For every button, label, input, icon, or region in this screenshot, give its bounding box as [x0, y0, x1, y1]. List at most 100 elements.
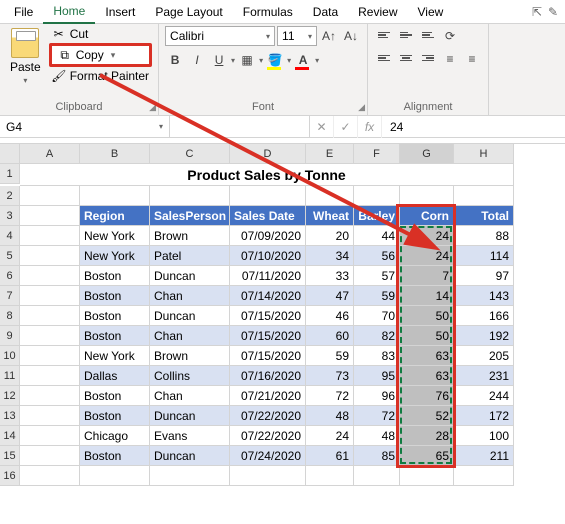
- cell-total[interactable]: 114: [454, 246, 514, 266]
- cell-corn[interactable]: 52: [400, 406, 454, 426]
- row-header-8[interactable]: 8: [0, 306, 20, 326]
- cell-region[interactable]: Boston: [80, 406, 150, 426]
- cell-wheat[interactable]: 72: [306, 386, 354, 406]
- cell-region[interactable]: Boston: [80, 446, 150, 466]
- cell-corn[interactable]: 65: [400, 446, 454, 466]
- spreadsheet-grid[interactable]: ABCDEFGH1Product Sales by Tonne23RegionS…: [0, 144, 565, 486]
- cell[interactable]: [400, 466, 454, 486]
- cell-wheat[interactable]: 34: [306, 246, 354, 266]
- column-header-E[interactable]: E: [306, 144, 354, 164]
- cell-corn[interactable]: 50: [400, 306, 454, 326]
- cell-salesperson[interactable]: Brown: [150, 346, 230, 366]
- cell-date[interactable]: 07/22/2020: [230, 426, 306, 446]
- cell-salesperson[interactable]: Evans: [150, 426, 230, 446]
- cell-corn[interactable]: 76: [400, 386, 454, 406]
- cell-date[interactable]: 07/15/2020: [230, 346, 306, 366]
- cell-corn[interactable]: 14: [400, 286, 454, 306]
- row-header-15[interactable]: 15: [0, 446, 20, 466]
- formula-input[interactable]: 24: [382, 116, 411, 137]
- align-middle-button[interactable]: [396, 26, 416, 44]
- cell-corn[interactable]: 63: [400, 346, 454, 366]
- table-header[interactable]: Barley: [354, 206, 400, 226]
- cell-region[interactable]: Boston: [80, 326, 150, 346]
- format-painter-button[interactable]: 🖌 Format Painter: [49, 68, 152, 84]
- column-header-B[interactable]: B: [80, 144, 150, 164]
- cell[interactable]: [20, 266, 80, 286]
- cell[interactable]: [354, 186, 400, 206]
- fill-color-button[interactable]: 🪣: [265, 50, 285, 70]
- font-size-select[interactable]: 11 ▾: [277, 26, 317, 46]
- decrease-indent-button[interactable]: ≡: [440, 49, 460, 69]
- share-icon[interactable]: ⇱: [531, 6, 543, 18]
- italic-button[interactable]: I: [187, 50, 207, 70]
- cell-total[interactable]: 231: [454, 366, 514, 386]
- cell-date[interactable]: 07/14/2020: [230, 286, 306, 306]
- row-header-13[interactable]: 13: [0, 406, 20, 426]
- border-button[interactable]: ▦: [237, 50, 257, 70]
- column-header-F[interactable]: F: [354, 144, 400, 164]
- cell[interactable]: [454, 466, 514, 486]
- increase-font-button[interactable]: A↑: [319, 26, 339, 46]
- cell-date[interactable]: 07/09/2020: [230, 226, 306, 246]
- row-header-2[interactable]: 2: [0, 186, 20, 206]
- cell-date[interactable]: 07/16/2020: [230, 366, 306, 386]
- column-header-D[interactable]: D: [230, 144, 306, 164]
- cell-total[interactable]: 166: [454, 306, 514, 326]
- cell[interactable]: [150, 186, 230, 206]
- cell-date[interactable]: 07/21/2020: [230, 386, 306, 406]
- cell[interactable]: [20, 426, 80, 446]
- decrease-font-button[interactable]: A↓: [341, 26, 361, 46]
- table-header[interactable]: Total: [454, 206, 514, 226]
- cell-date[interactable]: 07/11/2020: [230, 266, 306, 286]
- cell-total[interactable]: 143: [454, 286, 514, 306]
- cell[interactable]: [20, 366, 80, 386]
- table-header[interactable]: Region: [80, 206, 150, 226]
- cell-salesperson[interactable]: Collins: [150, 366, 230, 386]
- row-header-7[interactable]: 7: [0, 286, 20, 306]
- cell-total[interactable]: 192: [454, 326, 514, 346]
- cell-corn[interactable]: 28: [400, 426, 454, 446]
- cell-barley[interactable]: 96: [354, 386, 400, 406]
- column-header-H[interactable]: H: [454, 144, 514, 164]
- cell-wheat[interactable]: 61: [306, 446, 354, 466]
- tab-formulas[interactable]: Formulas: [233, 1, 303, 23]
- cell[interactable]: [80, 186, 150, 206]
- cell-salesperson[interactable]: Duncan: [150, 406, 230, 426]
- cell-region[interactable]: New York: [80, 246, 150, 266]
- align-bottom-button[interactable]: [418, 26, 438, 44]
- cell-salesperson[interactable]: Brown: [150, 226, 230, 246]
- cell[interactable]: [20, 466, 80, 486]
- cell-region[interactable]: New York: [80, 226, 150, 246]
- bold-button[interactable]: B: [165, 50, 185, 70]
- cell[interactable]: [20, 226, 80, 246]
- row-header-3[interactable]: 3: [0, 206, 20, 226]
- row-header-12[interactable]: 12: [0, 386, 20, 406]
- cell-corn[interactable]: 50: [400, 326, 454, 346]
- cell-salesperson[interactable]: Chan: [150, 326, 230, 346]
- tab-review[interactable]: Review: [348, 1, 407, 23]
- tab-page-layout[interactable]: Page Layout: [145, 1, 232, 23]
- font-color-button[interactable]: A: [293, 50, 313, 70]
- cell-salesperson[interactable]: Patel: [150, 246, 230, 266]
- cell-region[interactable]: Boston: [80, 286, 150, 306]
- cell-salesperson[interactable]: Duncan: [150, 446, 230, 466]
- cell-wheat[interactable]: 73: [306, 366, 354, 386]
- paste-button[interactable]: Paste ▾: [6, 26, 45, 100]
- column-header-C[interactable]: C: [150, 144, 230, 164]
- cell-barley[interactable]: 57: [354, 266, 400, 286]
- cell-barley[interactable]: 85: [354, 446, 400, 466]
- cell-region[interactable]: New York: [80, 346, 150, 366]
- cell-total[interactable]: 88: [454, 226, 514, 246]
- column-header-G[interactable]: G: [400, 144, 454, 164]
- column-header-A[interactable]: A: [20, 144, 80, 164]
- cell-date[interactable]: 07/15/2020: [230, 326, 306, 346]
- name-box[interactable]: G4 ▾: [0, 116, 170, 137]
- row-header-1[interactable]: 1: [0, 164, 20, 184]
- cell-date[interactable]: 07/22/2020: [230, 406, 306, 426]
- cell-total[interactable]: 211: [454, 446, 514, 466]
- cell[interactable]: [230, 186, 306, 206]
- cell-region[interactable]: Dallas: [80, 366, 150, 386]
- cell[interactable]: [20, 206, 80, 226]
- cell-corn[interactable]: 24: [400, 226, 454, 246]
- table-header[interactable]: Sales Date: [230, 206, 306, 226]
